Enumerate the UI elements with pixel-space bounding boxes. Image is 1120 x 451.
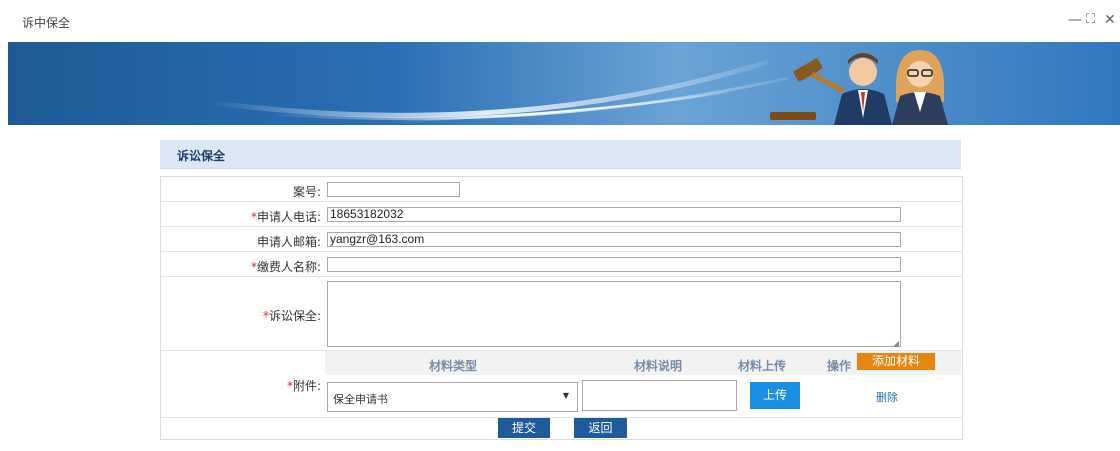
material-desc-input[interactable] [582, 380, 737, 411]
row-email: 申请人邮箱: yangzr@163.com [161, 227, 962, 252]
col-material-desc: 材料说明 [634, 359, 683, 373]
header-banner [8, 42, 1120, 125]
minimize-icon[interactable]: — [1068, 13, 1082, 27]
case-no-input[interactable] [327, 182, 460, 197]
submit-button[interactable]: 提交 [498, 418, 550, 438]
email-input[interactable]: yangzr@163.com [327, 232, 901, 247]
preservation-label: 诉讼保全: [268, 309, 321, 323]
row-case-no: 案号: [161, 177, 962, 202]
attachment-label: 附件: [292, 379, 321, 393]
panel-title: 诉讼保全 [177, 149, 226, 163]
col-material-upload: 材料上传 [738, 359, 787, 373]
delete-link[interactable]: 删除 [876, 389, 898, 405]
panel-header: 诉讼保全 [160, 140, 961, 169]
col-operation: 操作 [827, 359, 852, 373]
gavel-icon [770, 58, 845, 120]
payer-label: 缴费人名称: [256, 260, 321, 274]
banner-artwork [207, 50, 948, 125]
window-title: 诉中保全 [22, 16, 71, 30]
upload-button[interactable]: 上传 [750, 382, 800, 409]
maximize-icon[interactable]: ⛶ [1086, 13, 1095, 27]
preservation-textarea[interactable]: ◢ [327, 281, 901, 348]
case-no-label: 案号: [292, 185, 321, 199]
add-material-button[interactable]: 添加材料 [857, 353, 935, 370]
form-actions: 提交 返回 [161, 417, 962, 439]
row-phone: *申请人电话: 18653182032 [161, 202, 962, 227]
back-button[interactable]: 返回 [574, 418, 627, 438]
preservation-form: 案号: *申请人电话: 18653182032 申请人邮箱: yangzr@16… [160, 176, 963, 440]
chevron-down-icon: ▼ [562, 391, 569, 400]
resize-handle-icon[interactable]: ◢ [893, 339, 899, 348]
lawyer-woman-icon [892, 50, 948, 125]
payer-label-wrap: *缴费人名称: [161, 258, 321, 275]
row-payer: *缴费人名称: [161, 252, 962, 277]
close-icon[interactable]: ✕ [1104, 13, 1116, 27]
attachment-table-header: 材料类型 材料说明 材料上传 操作 添加材料 [325, 351, 961, 375]
preservation-label-wrap: *诉讼保全: [161, 307, 321, 324]
phone-label-wrap: *申请人电话: [161, 208, 321, 225]
attachment-label-wrap: *附件: [161, 377, 321, 394]
row-attachment: *附件: 材料类型 材料说明 材料上传 操作 添加材料 保全申请书 ▼ 上传 删… [161, 351, 962, 418]
window-titlebar: 诉中保全 — ⛶ ✕ [0, 0, 1120, 42]
material-type-value: 保全申请书 [333, 393, 388, 406]
col-material-type: 材料类型 [429, 359, 478, 373]
row-preservation: *诉讼保全: ◢ [161, 277, 962, 351]
phone-input[interactable]: 18653182032 [327, 207, 901, 222]
material-type-select[interactable]: 保全申请书 ▼ [327, 382, 578, 412]
phone-label: 申请人电话: [256, 210, 321, 224]
payer-input[interactable] [327, 257, 901, 272]
email-label: 申请人邮箱: [256, 235, 321, 249]
